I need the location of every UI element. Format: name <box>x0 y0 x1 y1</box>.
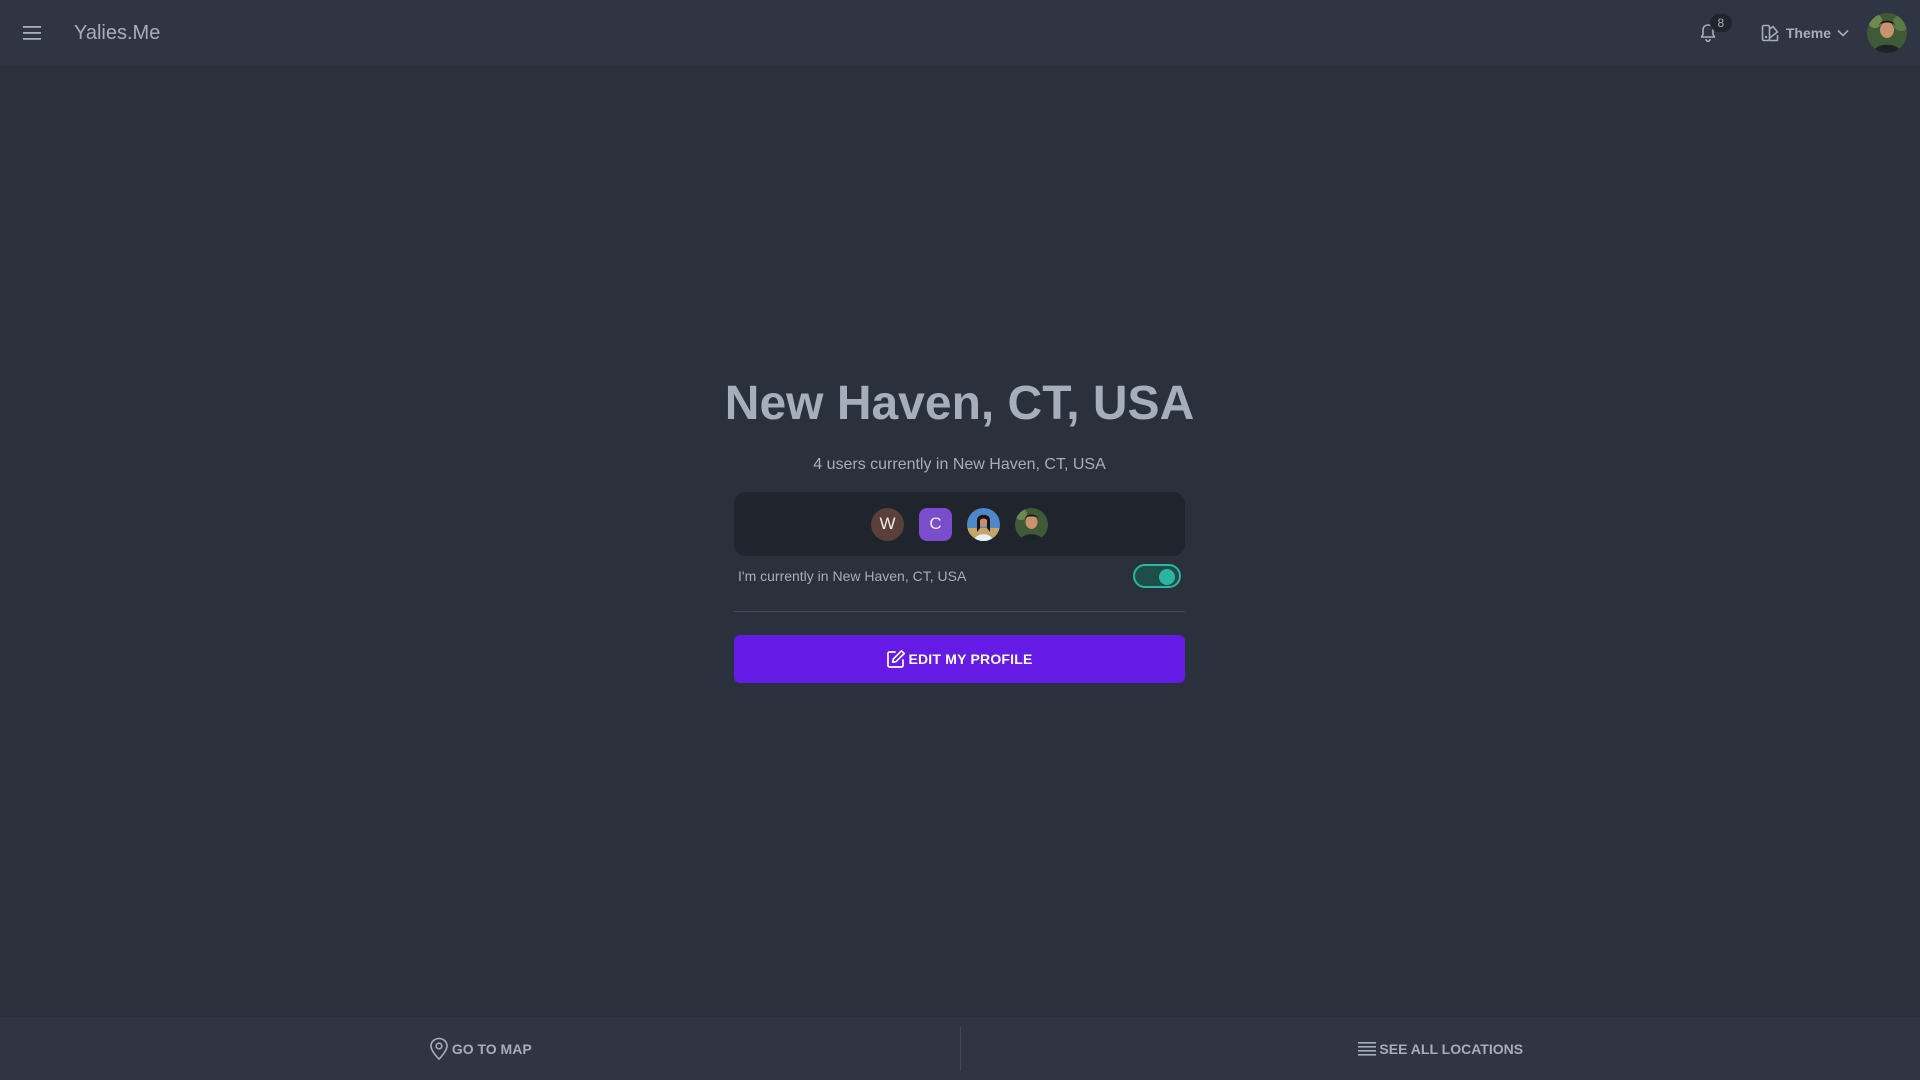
user-avatar-w[interactable]: W <box>871 507 904 541</box>
palette-icon <box>1761 24 1779 42</box>
theme-dropdown[interactable]: Theme <box>1748 9 1861 57</box>
profile-photo-icon <box>1867 13 1907 53</box>
top-navbar: Yalies.Me 8 Theme <box>0 0 1920 66</box>
profile-photo-icon <box>1015 507 1048 541</box>
user-avatar-photo-1[interactable] <box>967 507 1000 541</box>
bottom-navigation: GO TO MAP SEE ALL LOCATIONS <box>0 1017 1920 1080</box>
menu-button[interactable] <box>0 0 64 66</box>
go-to-map-button[interactable]: GO TO MAP <box>0 1017 960 1080</box>
location-panel: New Haven, CT, USA 4 users currently in … <box>725 376 1194 683</box>
page-title: New Haven, CT, USA <box>724 377 1195 430</box>
divider <box>734 611 1185 612</box>
user-avatar-photo-2[interactable] <box>1015 507 1048 541</box>
avatar-initial: W <box>879 514 896 533</box>
navbar-left: Yalies.Me <box>0 0 174 66</box>
presence-toggle-label: I'm currently in New Haven, CT, USA <box>738 568 967 584</box>
edit-icon <box>887 649 906 668</box>
chevron-down-icon <box>1837 29 1849 37</box>
edit-profile-label: EDIT MY PROFILE <box>908 651 1033 667</box>
theme-label: Theme <box>1785 25 1831 41</box>
profile-photo-icon <box>967 507 1000 541</box>
user-avatar-c[interactable]: C <box>919 507 952 541</box>
notification-badge: 8 <box>1709 14 1732 32</box>
edit-profile-button[interactable]: EDIT MY PROFILE <box>734 635 1185 683</box>
go-to-map-label: GO TO MAP <box>451 1040 532 1057</box>
brand-link[interactable]: Yalies.Me <box>64 9 174 57</box>
presence-toggle-row: I'm currently in New Haven, CT, USA <box>734 564 1185 588</box>
avatar-initial: C <box>929 514 942 533</box>
see-all-locations-label: SEE ALL LOCATIONS <box>1379 1040 1524 1057</box>
users-count-text: 4 users currently in New Haven, CT, USA <box>813 456 1106 473</box>
notifications-button[interactable]: 8 <box>1684 9 1732 57</box>
toggle-knob <box>1159 569 1175 585</box>
navbar-right: 8 Theme <box>1684 0 1920 66</box>
hamburger-icon <box>23 26 41 40</box>
see-all-locations-button[interactable]: SEE ALL LOCATIONS <box>961 1017 1920 1080</box>
users-list: W C <box>734 492 1185 556</box>
user-avatar[interactable] <box>1867 13 1907 53</box>
map-pin-icon <box>430 1037 448 1060</box>
main-content: New Haven, CT, USA 4 users currently in … <box>0 66 1920 1017</box>
list-icon <box>1358 1041 1377 1056</box>
presence-toggle[interactable] <box>1133 564 1181 588</box>
